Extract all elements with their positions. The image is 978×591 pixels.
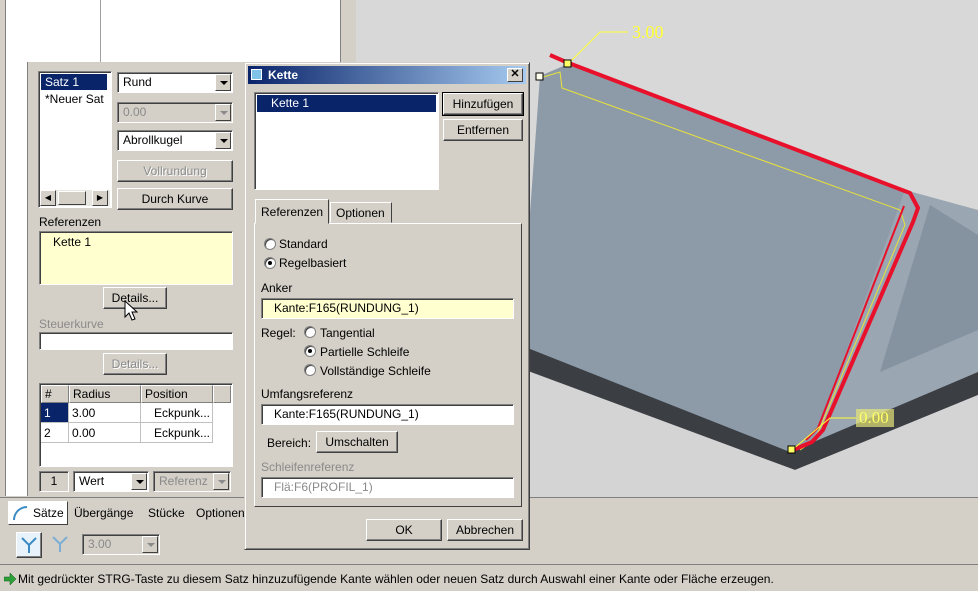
- ok-button[interactable]: OK: [366, 519, 442, 541]
- table-row-num[interactable]: 2: [41, 423, 69, 443]
- value-type-combo[interactable]: Wert: [73, 471, 149, 492]
- scroll-left-icon[interactable]: ◀: [40, 190, 56, 206]
- chevron-down-icon[interactable]: [215, 132, 231, 149]
- value-combo: 0.00: [117, 102, 233, 123]
- row-number-field[interactable]: 1: [39, 471, 69, 492]
- rule-label: Regel:: [261, 326, 296, 340]
- chevron-down-icon: [142, 536, 158, 553]
- radius-combo: 3.00: [82, 534, 160, 555]
- anchor-field[interactable]: Kante:F165(RUNDUNG_1): [261, 298, 514, 319]
- set-mode-icon[interactable]: [16, 532, 42, 558]
- tab-transitions[interactable]: Übergänge: [74, 506, 133, 520]
- dimension-label-top[interactable]: 3.00: [632, 22, 664, 43]
- references-list[interactable]: Kette 1: [39, 231, 233, 285]
- table-header-extra: [213, 385, 231, 403]
- table-cell-position[interactable]: Eckpunk...: [141, 423, 213, 443]
- table-row-num[interactable]: 1: [41, 403, 69, 423]
- tab-options[interactable]: Optionen: [196, 506, 245, 520]
- full-round-button: Vollrundung: [117, 160, 233, 182]
- radio-rule-based-label[interactable]: Regelbasiert: [279, 256, 346, 270]
- chain-list[interactable]: Kette 1: [254, 92, 439, 190]
- radio-tangential-label[interactable]: Tangential: [320, 326, 375, 340]
- radio-standard[interactable]: [264, 238, 276, 250]
- table-cell-radius[interactable]: 0.00: [69, 423, 141, 443]
- radio-full-loop[interactable]: [304, 364, 316, 376]
- mouse-cursor-icon: [124, 300, 138, 321]
- dialog-app-icon: [251, 69, 262, 80]
- toggle-button[interactable]: Umschalten: [316, 431, 398, 453]
- table-header-position[interactable]: Position: [141, 385, 213, 403]
- chain-dialog: Kette ✕ Kette 1 Hinzufügen Entfernen Ref…: [244, 62, 530, 550]
- dialog-title-bar[interactable]: Kette ✕: [248, 66, 526, 84]
- loop-reference-label: Schleifenreferenz: [261, 460, 355, 474]
- model-tree-area: [0, 0, 356, 62]
- close-icon[interactable]: ✕: [507, 68, 523, 82]
- radio-standard-label[interactable]: Standard: [279, 237, 328, 251]
- table-cell-radius[interactable]: 3.00: [69, 403, 141, 423]
- chevron-down-icon: [215, 104, 231, 121]
- driving-curve-field[interactable]: [39, 332, 233, 350]
- table-cell-position[interactable]: Eckpunk...: [141, 403, 213, 423]
- radio-partial-loop[interactable]: [304, 345, 316, 357]
- round-settings-panel: Satz 1 *Neuer Sat ◀ ▶ Rund 0.00 Abrollku…: [29, 62, 245, 496]
- details-button-2: Details...: [103, 353, 167, 375]
- sets-list-item[interactable]: Satz 1: [41, 74, 107, 90]
- through-curve-button[interactable]: Durch Kurve: [117, 188, 233, 210]
- sets-list-item[interactable]: *Neuer Sat: [41, 91, 109, 107]
- range-label: Bereich:: [267, 436, 312, 450]
- radio-tangential[interactable]: [304, 326, 316, 338]
- chevron-down-icon: [213, 473, 229, 490]
- shape-combo[interactable]: Rund: [117, 72, 233, 93]
- radio-partial-loop-label[interactable]: Partielle Schleife: [320, 345, 409, 359]
- dimension-label-bottom[interactable]: 0.00: [859, 408, 889, 428]
- driving-curve-label: Steuerkurve: [39, 317, 104, 331]
- chain-list-item[interactable]: Kette 1: [257, 95, 436, 112]
- cancel-button[interactable]: Abbrechen: [447, 519, 523, 541]
- round-tool-icon: [13, 506, 27, 520]
- radio-rule-based[interactable]: [264, 257, 276, 269]
- tab-options[interactable]: Optionen: [330, 202, 392, 223]
- chevron-down-icon[interactable]: [131, 473, 147, 490]
- sets-list-hscrollbar[interactable]: ◀ ▶: [40, 190, 110, 206]
- tab-references[interactable]: Referenzen: [255, 199, 329, 224]
- status-message: Mit gedrückter STRG-Taste zu diesem Satz…: [18, 572, 774, 586]
- tab-label: Sätze: [33, 506, 64, 520]
- arrow-right-icon: [4, 573, 16, 585]
- anchor-label: Anker: [261, 281, 293, 295]
- reference-combo: Referenz: [153, 471, 231, 492]
- method-combo[interactable]: Abrollkugel: [117, 130, 233, 151]
- table-header-radius[interactable]: Radius: [69, 385, 141, 403]
- tab-sets[interactable]: Sätze: [8, 501, 68, 525]
- left-edge-strip: [0, 62, 28, 496]
- remove-button[interactable]: Entfernen: [443, 119, 523, 141]
- table-header-num[interactable]: #: [41, 385, 69, 403]
- scroll-right-icon[interactable]: ▶: [92, 190, 108, 206]
- radio-full-loop-label[interactable]: Vollständige Schleife: [320, 364, 431, 378]
- sets-list[interactable]: Satz 1 *Neuer Sat ◀ ▶: [38, 71, 112, 208]
- references-list-item[interactable]: Kette 1: [53, 235, 91, 249]
- extent-reference-field[interactable]: Kante:F165(RUNDUNG_1): [261, 404, 514, 425]
- status-bar: Mit gedrückter STRG-Taste zu diesem Satz…: [0, 566, 978, 591]
- transition-mode-icon[interactable]: [48, 532, 74, 558]
- references-label: Referenzen: [39, 215, 102, 229]
- add-button[interactable]: Hinzufügen: [442, 92, 524, 116]
- chevron-down-icon[interactable]: [215, 74, 231, 91]
- dialog-title: Kette: [268, 68, 299, 82]
- extent-reference-label: Umfangsreferenz: [261, 387, 354, 401]
- radius-table[interactable]: # Radius Position 1 3.00 Eckpunk... 2 0.…: [39, 383, 233, 467]
- loop-reference-field: Flä:F6(PROFIL_1): [261, 477, 514, 498]
- tab-pieces[interactable]: Stücke: [148, 506, 185, 520]
